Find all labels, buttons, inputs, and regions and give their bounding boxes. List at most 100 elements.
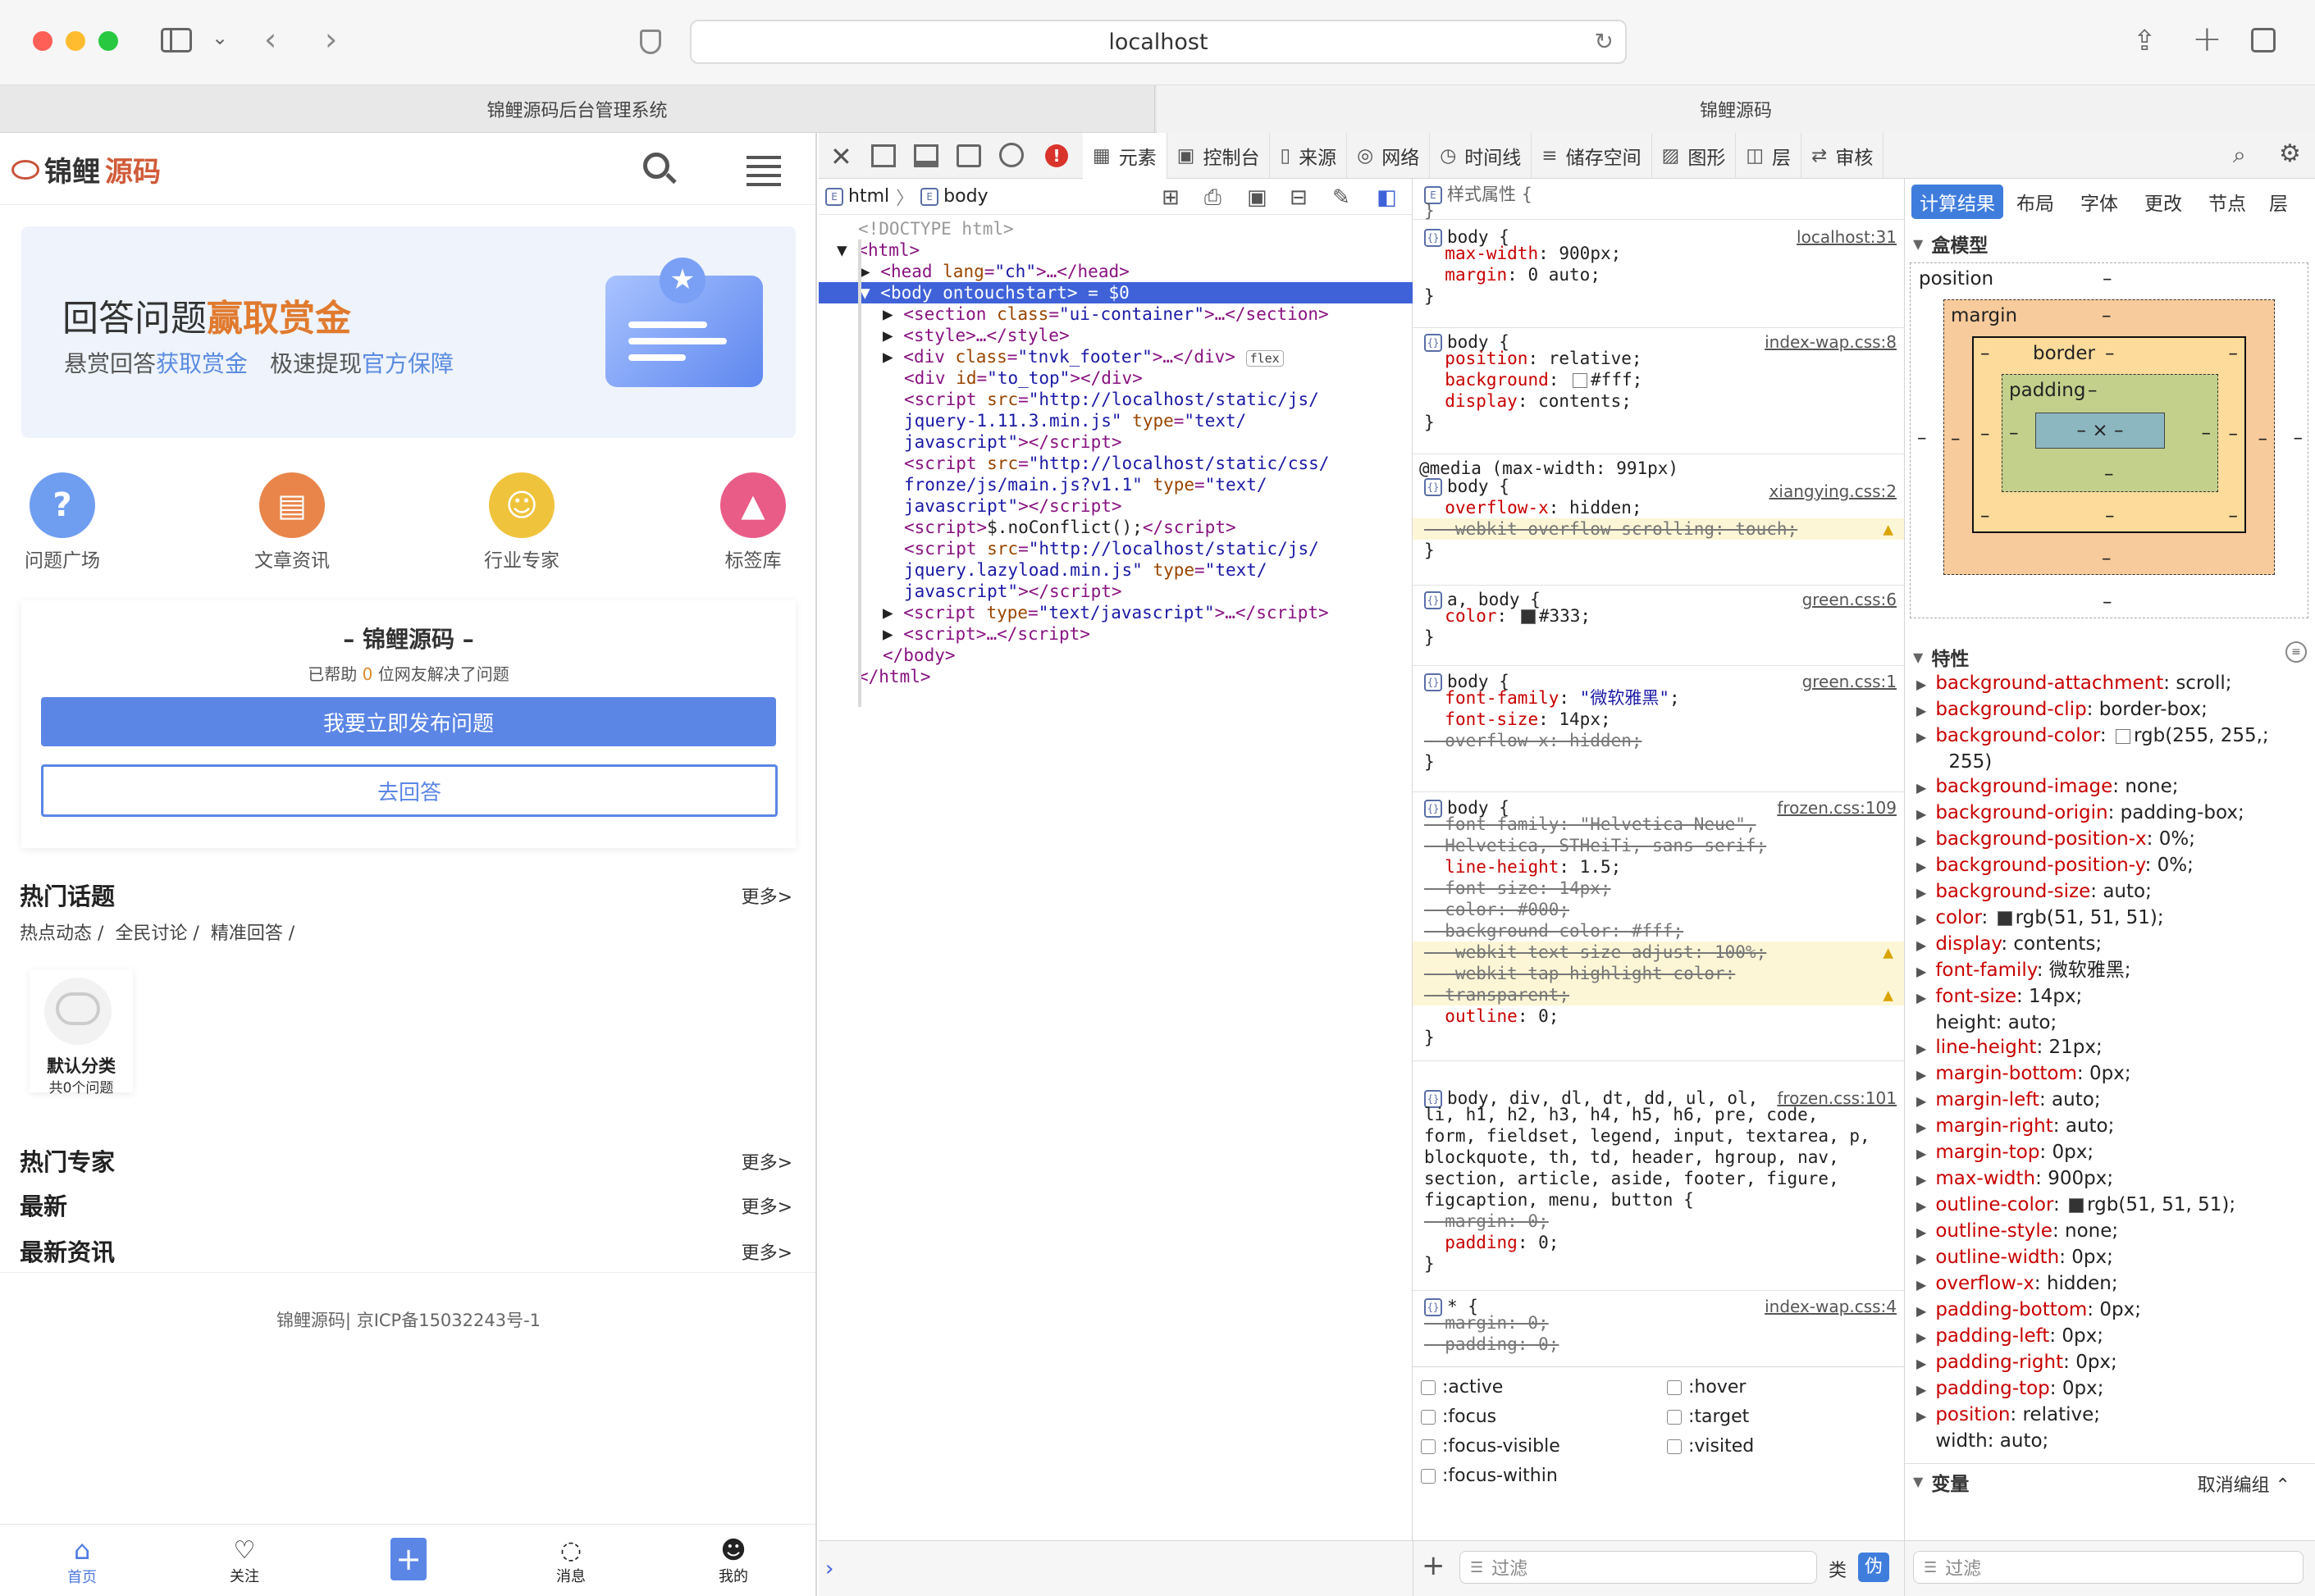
filter-icon[interactable]: ≡: [2285, 641, 2307, 663]
css-rule[interactable]: frozen.css:109 {} body { font-family: "He…: [1413, 792, 1904, 1061]
dom-node[interactable]: <!DOCTYPE html>: [819, 218, 1413, 239]
ungroup-toggle[interactable]: 取消编组 ⌃: [2198, 1471, 2290, 1497]
pseudo-hover-checkbox[interactable]: :hover: [1667, 1377, 1746, 1398]
search-icon[interactable]: ⌕: [2233, 141, 2246, 169]
computed-property[interactable]: ▶ outline-color: rgb(51, 51, 51);: [1905, 1192, 2315, 1219]
computed-property[interactable]: width: auto;: [1905, 1429, 2315, 1453]
computed-property[interactable]: ▶ font-family: 微软雅黑;: [1905, 958, 2315, 984]
breadcrumb-html[interactable]: html: [848, 186, 889, 207]
box-border[interactable]: – border – – – – – – – padding – – – – –…: [1972, 336, 2246, 533]
computed-property[interactable]: ▶ background-image: none;: [1905, 774, 2315, 800]
pseudo-toggle[interactable]: 伪: [1858, 1553, 1889, 1582]
tab-layers[interactable]: 层: [2259, 185, 2298, 219]
dom-tree[interactable]: <!DOCTYPE html> ▼ <html> ▶ <head lang="c…: [819, 218, 1413, 687]
tab-overview-icon[interactable]: [2251, 28, 2276, 52]
computed-property[interactable]: ▶ position: relative;: [1905, 1402, 2315, 1429]
tab-node[interactable]: 节点: [2195, 185, 2259, 219]
tab-layout[interactable]: 布局: [2003, 185, 2067, 219]
computed-property[interactable]: ▶ color: rgb(51, 51, 51);: [1905, 905, 2315, 932]
brush-icon[interactable]: ✎: [1332, 185, 1350, 210]
computed-property[interactable]: ▶ background-origin: padding-box;: [1905, 800, 2315, 827]
tab-sources[interactable]: ▯ 来源: [1270, 133, 1348, 179]
tab-font[interactable]: 字体: [2067, 185, 2131, 219]
computed-property[interactable]: ▶ background-color: rgb(255, 255,;: [1905, 723, 2315, 750]
pseudo-focus-checkbox[interactable]: :focus: [1421, 1407, 1496, 1427]
nav-follow[interactable]: ♡ 关注: [195, 1525, 294, 1596]
dock-left-icon[interactable]: [871, 144, 896, 167]
dom-node[interactable]: ▶ <div class="tnvk_footer">…</div> flex: [819, 346, 1413, 367]
computed-property[interactable]: ▶ background-position-y: 0%;: [1905, 853, 2315, 879]
pseudo-visited-checkbox[interactable]: :visited: [1667, 1436, 1754, 1457]
computed-property[interactable]: 255): [1905, 750, 2315, 774]
dom-node[interactable]: <div id="to_top"></div>: [819, 367, 1413, 389]
menu-icon[interactable]: [747, 156, 781, 186]
nav-me[interactable]: ☻ 我的: [684, 1525, 783, 1596]
publish-question-button[interactable]: 我要立即发布问题: [41, 697, 776, 746]
logo[interactable]: 锦鲤 源码: [11, 149, 161, 189]
computed-property[interactable]: ▶ outline-style: none;: [1905, 1219, 2315, 1245]
dom-node[interactable]: </body>: [819, 645, 1413, 666]
experts-more-link[interactable]: 更多>: [742, 1148, 792, 1174]
zoom-window-button[interactable]: [98, 31, 118, 51]
dom-node[interactable]: </html>: [819, 666, 1413, 687]
pseudo-active-checkbox[interactable]: :active: [1421, 1377, 1503, 1398]
sidebar-icon[interactable]: [161, 28, 192, 52]
reload-icon[interactable]: ↻: [1595, 28, 1614, 55]
computed-property[interactable]: ▶ max-width: 900px;: [1905, 1166, 2315, 1192]
properties-header[interactable]: ▼ 特性 ≡: [1913, 641, 2307, 671]
address-bar[interactable]: localhost ↻: [690, 20, 1627, 64]
add-rule-icon[interactable]: +: [1422, 1549, 1445, 1582]
css-rule[interactable]: frozen.css:101 {} body, div, dl, dt, dd, …: [1413, 1083, 1904, 1291]
tab-elements[interactable]: ▦ 元素: [1083, 133, 1167, 179]
variables-header[interactable]: ▼ 变量 取消编组 ⌃: [1905, 1463, 2315, 1499]
share-icon[interactable]: ⇪: [2133, 25, 2157, 57]
news-more-link[interactable]: 更多>: [742, 1238, 792, 1265]
plus-icon[interactable]: +: [390, 1538, 427, 1580]
chevron-down-icon[interactable]: ⌄: [212, 26, 228, 49]
hot-topics-more-link[interactable]: 更多>: [742, 882, 792, 909]
error-icon[interactable]: !: [1045, 144, 1068, 167]
computed-property[interactable]: ▶ line-height: 21px;: [1905, 1035, 2315, 1061]
quicklink-articles[interactable]: ▤ 文章资讯: [218, 472, 366, 572]
shield-icon[interactable]: [640, 30, 661, 54]
css-rule[interactable]: green.css:6 {} a, body { color: #333; }: [1413, 584, 1904, 666]
dom-node[interactable]: <script src="http://localhost/static/css…: [819, 453, 1413, 474]
print-icon[interactable]: ⎙: [1204, 185, 1221, 211]
tab-main[interactable]: 锦鲤源码: [1157, 85, 2315, 133]
minimize-window-button[interactable]: [66, 31, 85, 51]
computed-property[interactable]: ▶ display: contents;: [1905, 932, 2315, 958]
dom-node[interactable]: <script>$.noConflict();</script>: [819, 517, 1413, 538]
computed-property[interactable]: ▶ background-position-x: 0%;: [1905, 827, 2315, 853]
computed-filter-input[interactable]: ☰ 过滤: [1913, 1551, 2304, 1584]
crosshair-icon[interactable]: [999, 143, 1024, 167]
tab-audit[interactable]: ⇄ 审核: [1801, 133, 1884, 179]
topic-tag[interactable]: 全民讨论 /: [115, 919, 199, 945]
computed-property[interactable]: ▶ margin-bottom: 0px;: [1905, 1061, 2315, 1088]
computed-property[interactable]: ▶ padding-top: 0px;: [1905, 1376, 2315, 1402]
category-card[interactable]: 默认分类 共0个问题: [30, 969, 133, 1097]
boxmodel-header[interactable]: ▼ 盒模型: [1913, 230, 1988, 258]
undock-icon[interactable]: [957, 144, 981, 167]
box-margin[interactable]: margin – – – – – border – – – – – – – pa…: [1943, 299, 2275, 575]
pseudo-focus-visible-checkbox[interactable]: :focus-visible: [1421, 1436, 1560, 1457]
console-prompt-icon[interactable]: ›: [825, 1557, 833, 1581]
tab-storage[interactable]: ≡ 储存空间: [1532, 133, 1652, 179]
dom-node[interactable]: ▶ <style>…</style>: [819, 325, 1413, 346]
grid-icon[interactable]: ⊟: [1290, 185, 1308, 210]
css-rule[interactable]: localhost:31 {} body { max-width: 900px; …: [1413, 221, 1904, 328]
class-toggle[interactable]: 类: [1829, 1556, 1847, 1582]
gear-icon[interactable]: ⚙: [2279, 139, 2301, 168]
tab-admin[interactable]: 锦鲤源码后台管理系统: [0, 85, 1155, 133]
computed-property[interactable]: ▶ padding-bottom: 0px;: [1905, 1297, 2315, 1324]
dock-bottom-icon[interactable]: [914, 144, 938, 167]
tab-changes[interactable]: 更改: [2131, 185, 2195, 219]
topic-tag[interactable]: 热点动态 /: [20, 919, 103, 945]
computed-property[interactable]: ▶ padding-left: 0px;: [1905, 1324, 2315, 1350]
topic-tag[interactable]: 精准回答 /: [211, 919, 295, 945]
computed-property[interactable]: ▶ background-clip: border-box;: [1905, 697, 2315, 723]
tab-network[interactable]: ◎ 网络: [1347, 133, 1431, 179]
nav-messages[interactable]: ◌ 消息: [522, 1525, 620, 1596]
tab-computed[interactable]: 计算结果: [1911, 185, 2003, 219]
dark-mode-icon[interactable]: ▣: [1247, 185, 1267, 210]
box-content[interactable]: – × –: [2035, 413, 2165, 449]
